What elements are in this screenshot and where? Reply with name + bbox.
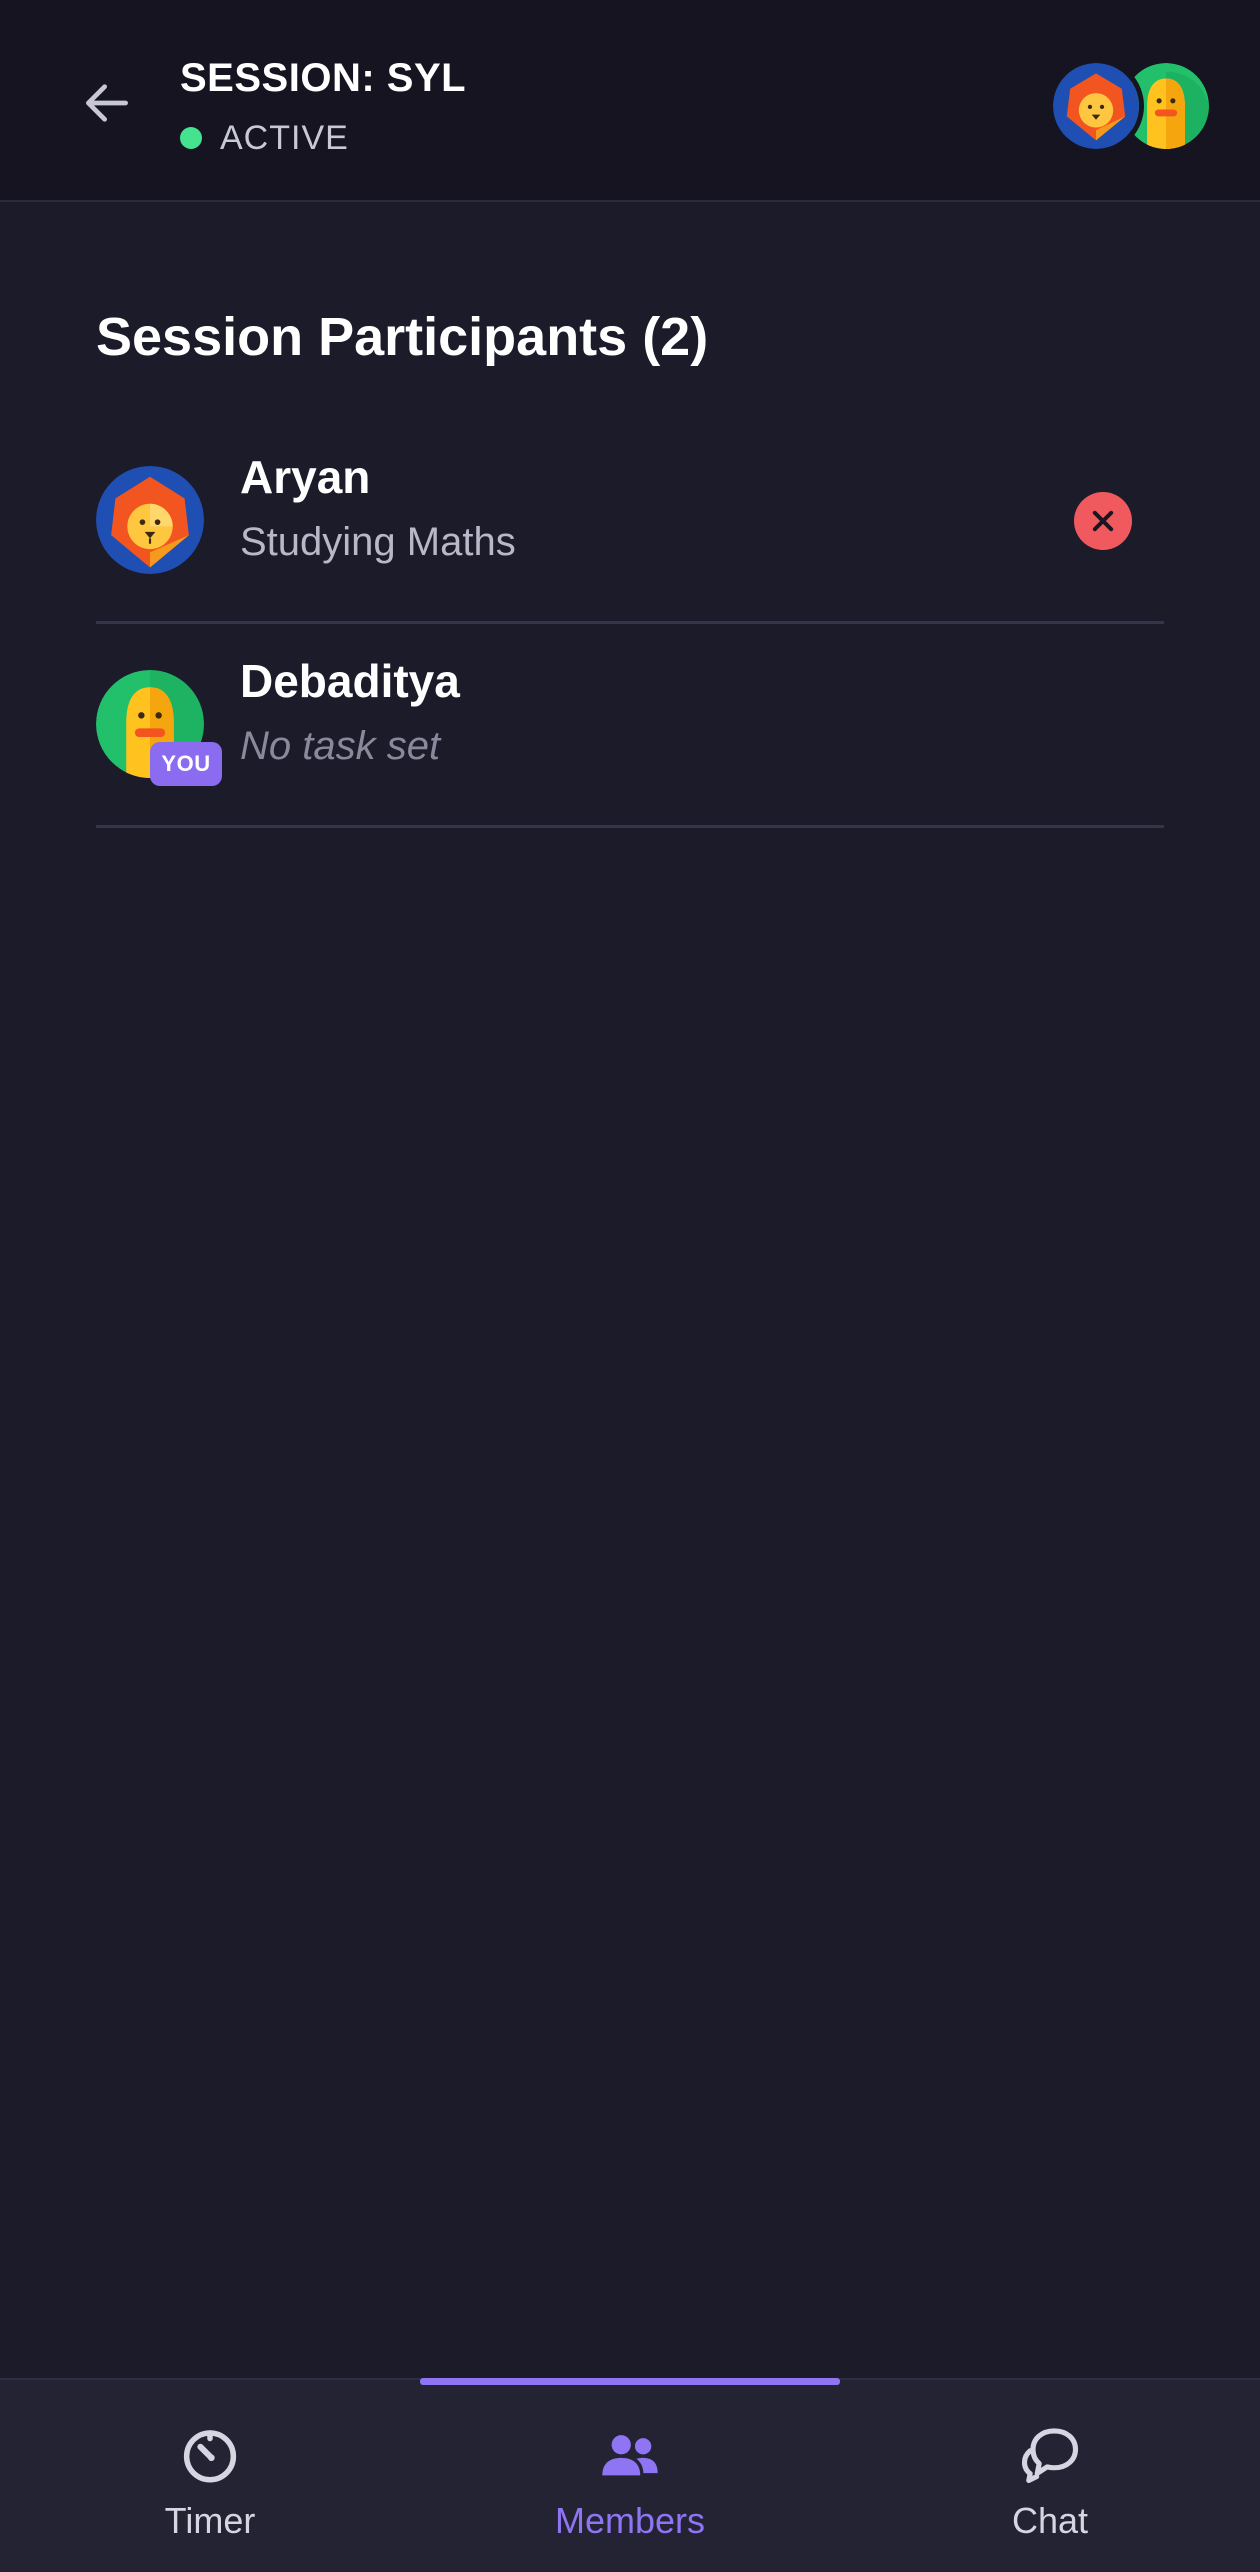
status-dot-icon bbox=[180, 127, 202, 149]
app-header: SESSION: SYL ACTIVE bbox=[0, 0, 1260, 202]
participant-row[interactable]: YOU Debaditya No task set bbox=[96, 624, 1164, 828]
bottom-navigation: Timer Members Chat bbox=[0, 2378, 1260, 2572]
nav-chat[interactable]: Chat bbox=[840, 2380, 1260, 2572]
duck-avatar: YOU bbox=[96, 670, 222, 786]
lion-avatar bbox=[96, 466, 204, 574]
arrow-left-icon bbox=[86, 84, 128, 122]
session-title: SESSION: SYL bbox=[180, 56, 467, 100]
active-tab-indicator bbox=[420, 2378, 840, 2385]
status-label: ACTIVE bbox=[220, 118, 349, 157]
remove-participant-button[interactable] bbox=[1074, 492, 1132, 550]
nav-chat-label: Chat bbox=[1011, 2500, 1089, 2541]
timer-icon bbox=[175, 2420, 245, 2490]
chat-icon bbox=[1015, 2420, 1085, 2490]
participants-title: Session Participants (2) bbox=[96, 307, 709, 367]
participant-task: Studying Maths bbox=[240, 520, 516, 564]
members-icon bbox=[595, 2420, 665, 2490]
nav-members-label: Members bbox=[554, 2500, 706, 2541]
session-status: ACTIVE bbox=[180, 116, 349, 160]
you-badge: YOU bbox=[150, 742, 222, 786]
nav-timer[interactable]: Timer bbox=[0, 2380, 420, 2572]
participant-task: No task set bbox=[240, 724, 441, 768]
header-avatar-stack[interactable] bbox=[1048, 58, 1214, 154]
lion-avatar bbox=[1048, 58, 1144, 154]
close-icon bbox=[1092, 510, 1114, 532]
participant-name: Aryan bbox=[240, 451, 371, 503]
back-button[interactable] bbox=[70, 66, 144, 140]
participant-row[interactable]: Aryan Studying Maths bbox=[96, 420, 1164, 624]
participant-name: Debaditya bbox=[240, 655, 460, 707]
nav-timer-label: Timer bbox=[164, 2500, 256, 2541]
nav-members[interactable]: Members bbox=[420, 2378, 840, 2572]
